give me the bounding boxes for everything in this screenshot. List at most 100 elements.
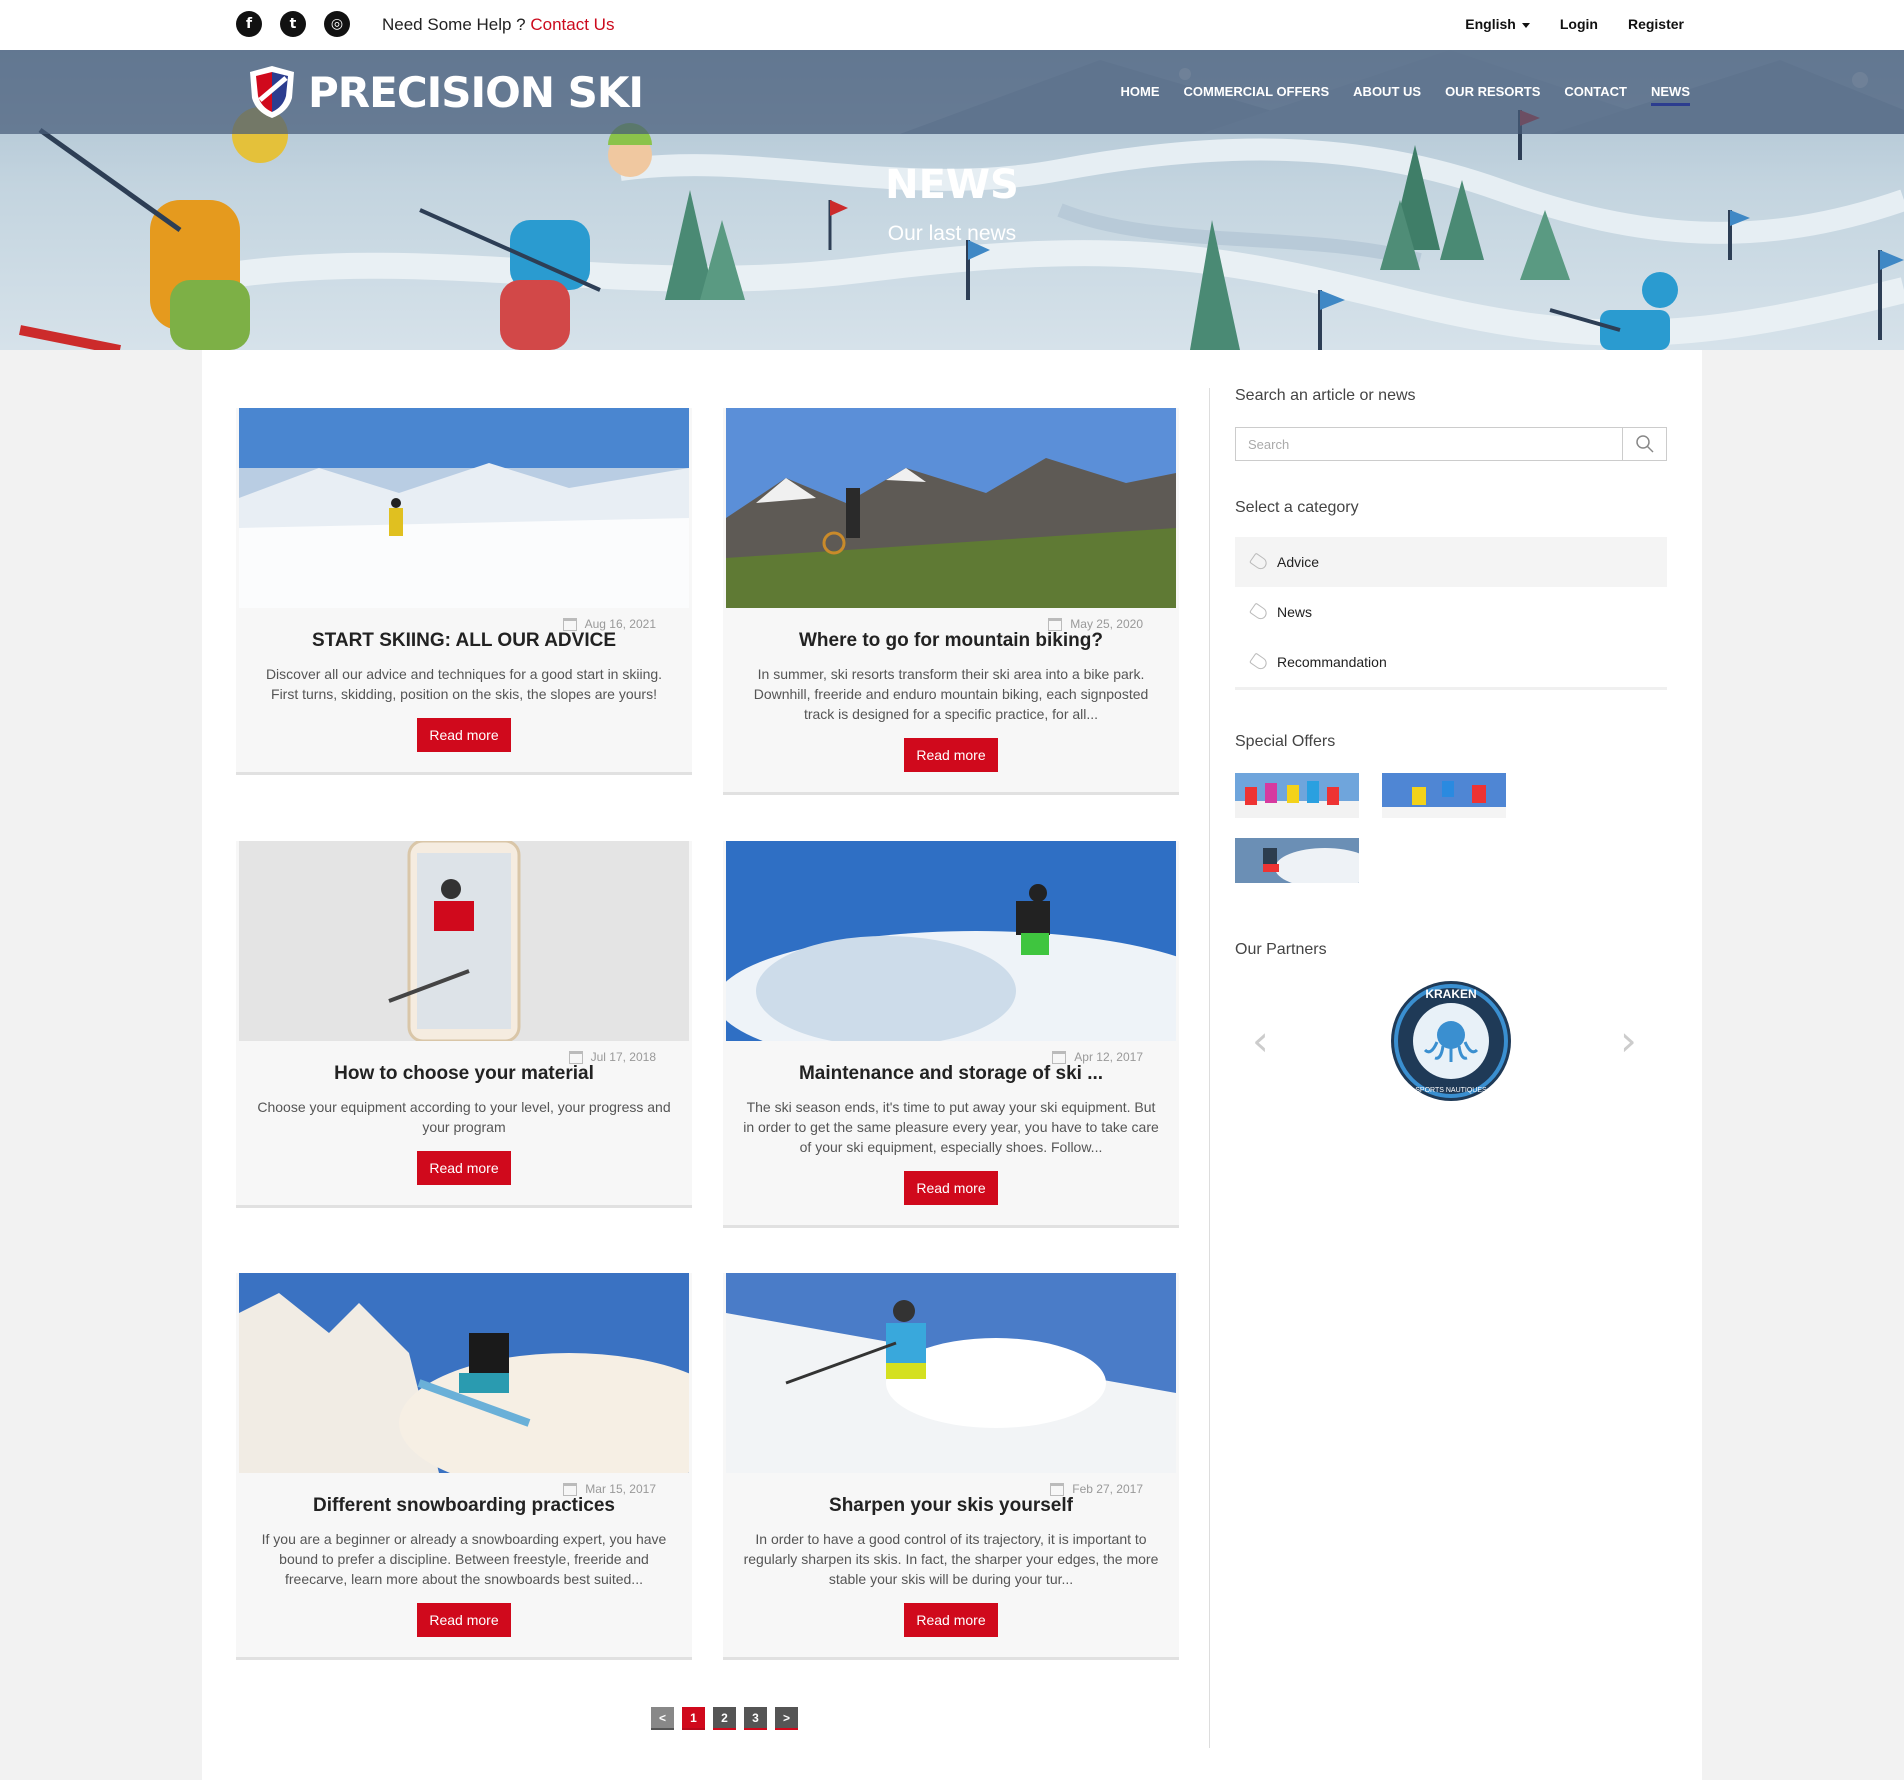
category-item-advice[interactable]: Advice bbox=[1235, 537, 1667, 587]
article-excerpt: Discover all our advice and techniques f… bbox=[265, 666, 663, 702]
article-excerpt: Choose your equipment according to your … bbox=[257, 1099, 671, 1135]
prev-page-button[interactable]: < bbox=[651, 1707, 674, 1730]
article-card: Jul 17, 2018 How to choose your material… bbox=[236, 841, 692, 1208]
page-3-button[interactable]: 3 bbox=[744, 1707, 767, 1730]
search-heading: Search an article or news bbox=[1235, 387, 1416, 404]
search-button[interactable] bbox=[1622, 428, 1666, 460]
search-box bbox=[1235, 427, 1667, 461]
article-title[interactable]: Sharpen your skis yourself bbox=[723, 1495, 1179, 1517]
article-title[interactable]: Maintenance and storage of ski ... bbox=[723, 1063, 1179, 1085]
article-excerpt: If you are a beginner or already a snowb… bbox=[261, 1531, 667, 1587]
hero-banner: PRECISION SKI HOME COMMERCIAL OFFERS ABO… bbox=[0, 50, 1904, 350]
offer-thumbnail[interactable] bbox=[1235, 773, 1359, 818]
calendar-icon bbox=[563, 1482, 578, 1496]
login-link[interactable]: Login bbox=[1560, 16, 1598, 32]
instagram-icon[interactable]: ◎ bbox=[324, 11, 350, 37]
article-title[interactable]: How to choose your material bbox=[236, 1063, 692, 1085]
calendar-icon bbox=[1052, 1050, 1067, 1064]
contact-us-link[interactable]: Contact Us bbox=[530, 15, 614, 34]
help-text: Need Some Help ? Contact Us bbox=[382, 15, 614, 35]
category-label: News bbox=[1277, 604, 1313, 620]
article-date: Apr 12, 2017 bbox=[1052, 1050, 1143, 1064]
brand-logo[interactable]: PRECISION SKI bbox=[248, 64, 644, 120]
date-text: Mar 15, 2017 bbox=[585, 1482, 656, 1496]
language-dropdown[interactable]: English bbox=[1465, 16, 1530, 32]
sidebar-divider bbox=[1209, 388, 1210, 1748]
page-subtitle: Our last news bbox=[887, 222, 1017, 245]
nav-home[interactable]: HOME bbox=[1121, 84, 1160, 106]
partner-name: KRAKEN bbox=[1425, 987, 1476, 1001]
article-card: Aug 16, 2021 START SKIING: ALL OUR ADVIC… bbox=[236, 408, 692, 775]
tag-icon bbox=[1249, 652, 1269, 672]
article-date: Mar 15, 2017 bbox=[563, 1482, 656, 1496]
page-2-button[interactable]: 2 bbox=[713, 1707, 736, 1730]
date-text: Apr 12, 2017 bbox=[1074, 1050, 1143, 1064]
article-card: Apr 12, 2017 Maintenance and storage of … bbox=[723, 841, 1179, 1228]
social-links: f t ◎ bbox=[236, 11, 350, 37]
article-image[interactable] bbox=[239, 408, 689, 608]
date-text: Feb 27, 2017 bbox=[1072, 1482, 1143, 1496]
offer-thumbnail[interactable] bbox=[1382, 773, 1506, 818]
partners-heading: Our Partners bbox=[1235, 941, 1327, 958]
page-1-button[interactable]: 1 bbox=[682, 1707, 705, 1730]
article-image[interactable] bbox=[726, 1273, 1176, 1473]
category-item-news[interactable]: News bbox=[1235, 587, 1667, 637]
article-title[interactable]: Where to go for mountain biking? bbox=[723, 630, 1179, 652]
calendar-icon bbox=[1050, 1482, 1065, 1496]
article-date: Aug 16, 2021 bbox=[562, 617, 656, 631]
article-card: Feb 27, 2017 Sharpen your skis yourself … bbox=[723, 1273, 1179, 1660]
article-image[interactable] bbox=[726, 841, 1176, 1041]
category-heading: Select a category bbox=[1235, 499, 1359, 516]
date-text: Jul 17, 2018 bbox=[590, 1050, 656, 1064]
article-title[interactable]: Different snowboarding practices bbox=[236, 1495, 692, 1517]
article-title[interactable]: START SKIING: ALL OUR ADVICE bbox=[236, 630, 692, 652]
account-links: English Login Register bbox=[1465, 16, 1684, 32]
article-image[interactable] bbox=[239, 1273, 689, 1473]
article-date: Jul 17, 2018 bbox=[568, 1050, 656, 1064]
language-label: English bbox=[1465, 16, 1516, 32]
article-image[interactable] bbox=[726, 408, 1176, 608]
article-excerpt: In order to have a good control of its t… bbox=[743, 1531, 1159, 1587]
article-card: May 25, 2020 Where to go for mountain bi… bbox=[723, 408, 1179, 795]
read-more-button[interactable]: Read more bbox=[417, 1151, 511, 1185]
nav-news[interactable]: NEWS bbox=[1651, 84, 1690, 106]
offer-thumbnail[interactable] bbox=[1235, 838, 1359, 883]
search-icon bbox=[1635, 435, 1654, 453]
main-nav: HOME COMMERCIAL OFFERS ABOUT US OUR RESO… bbox=[1121, 84, 1690, 106]
article-date: Feb 27, 2017 bbox=[1050, 1482, 1143, 1496]
article-card: Mar 15, 2017 Different snowboarding prac… bbox=[236, 1273, 692, 1660]
brand-name: PRECISION SKI bbox=[308, 67, 644, 117]
read-more-button[interactable]: Read more bbox=[904, 1603, 998, 1637]
article-excerpt: The ski season ends, it's time to put aw… bbox=[743, 1099, 1159, 1155]
calendar-icon bbox=[568, 1050, 583, 1064]
nav-our-resorts[interactable]: OUR RESORTS bbox=[1445, 84, 1540, 106]
category-label: Advice bbox=[1277, 554, 1320, 570]
read-more-button[interactable]: Read more bbox=[904, 738, 998, 772]
carousel-prev-icon[interactable]: ‹ bbox=[1252, 1016, 1269, 1065]
read-more-button[interactable]: Read more bbox=[904, 1171, 998, 1205]
article-image[interactable] bbox=[239, 841, 689, 1041]
register-link[interactable]: Register bbox=[1628, 16, 1684, 32]
calendar-icon bbox=[1048, 617, 1063, 631]
nav-about-us[interactable]: ABOUT US bbox=[1353, 84, 1421, 106]
tag-icon bbox=[1249, 602, 1269, 622]
facebook-icon[interactable]: f bbox=[236, 11, 262, 37]
next-page-button[interactable]: > bbox=[775, 1707, 798, 1730]
nav-commercial-offers[interactable]: COMMERCIAL OFFERS bbox=[1184, 84, 1330, 106]
category-list: Advice News Recommandation bbox=[1235, 537, 1667, 690]
read-more-button[interactable]: Read more bbox=[417, 718, 511, 752]
nav-contact[interactable]: CONTACT bbox=[1564, 84, 1627, 106]
read-more-button[interactable]: Read more bbox=[417, 1603, 511, 1637]
shield-logo-icon bbox=[250, 66, 294, 118]
category-label: Recommandation bbox=[1277, 654, 1387, 670]
partner-tagline: SPORTS NAUTIQUES bbox=[1415, 1087, 1487, 1094]
partner-logo-kraken[interactable]: KRAKEN SPORTS NAUTIQUES bbox=[1390, 980, 1512, 1102]
carousel-next-icon[interactable]: › bbox=[1620, 1016, 1637, 1065]
twitter-icon[interactable]: t bbox=[280, 11, 306, 37]
search-input[interactable] bbox=[1236, 428, 1622, 460]
help-label: Need Some Help ? bbox=[382, 15, 526, 34]
page-title: NEWS bbox=[885, 162, 1019, 208]
category-item-recommandation[interactable]: Recommandation bbox=[1235, 637, 1667, 687]
date-text: May 25, 2020 bbox=[1070, 617, 1143, 631]
top-bar: f t ◎ Need Some Help ? Contact Us Englis… bbox=[0, 0, 1904, 50]
